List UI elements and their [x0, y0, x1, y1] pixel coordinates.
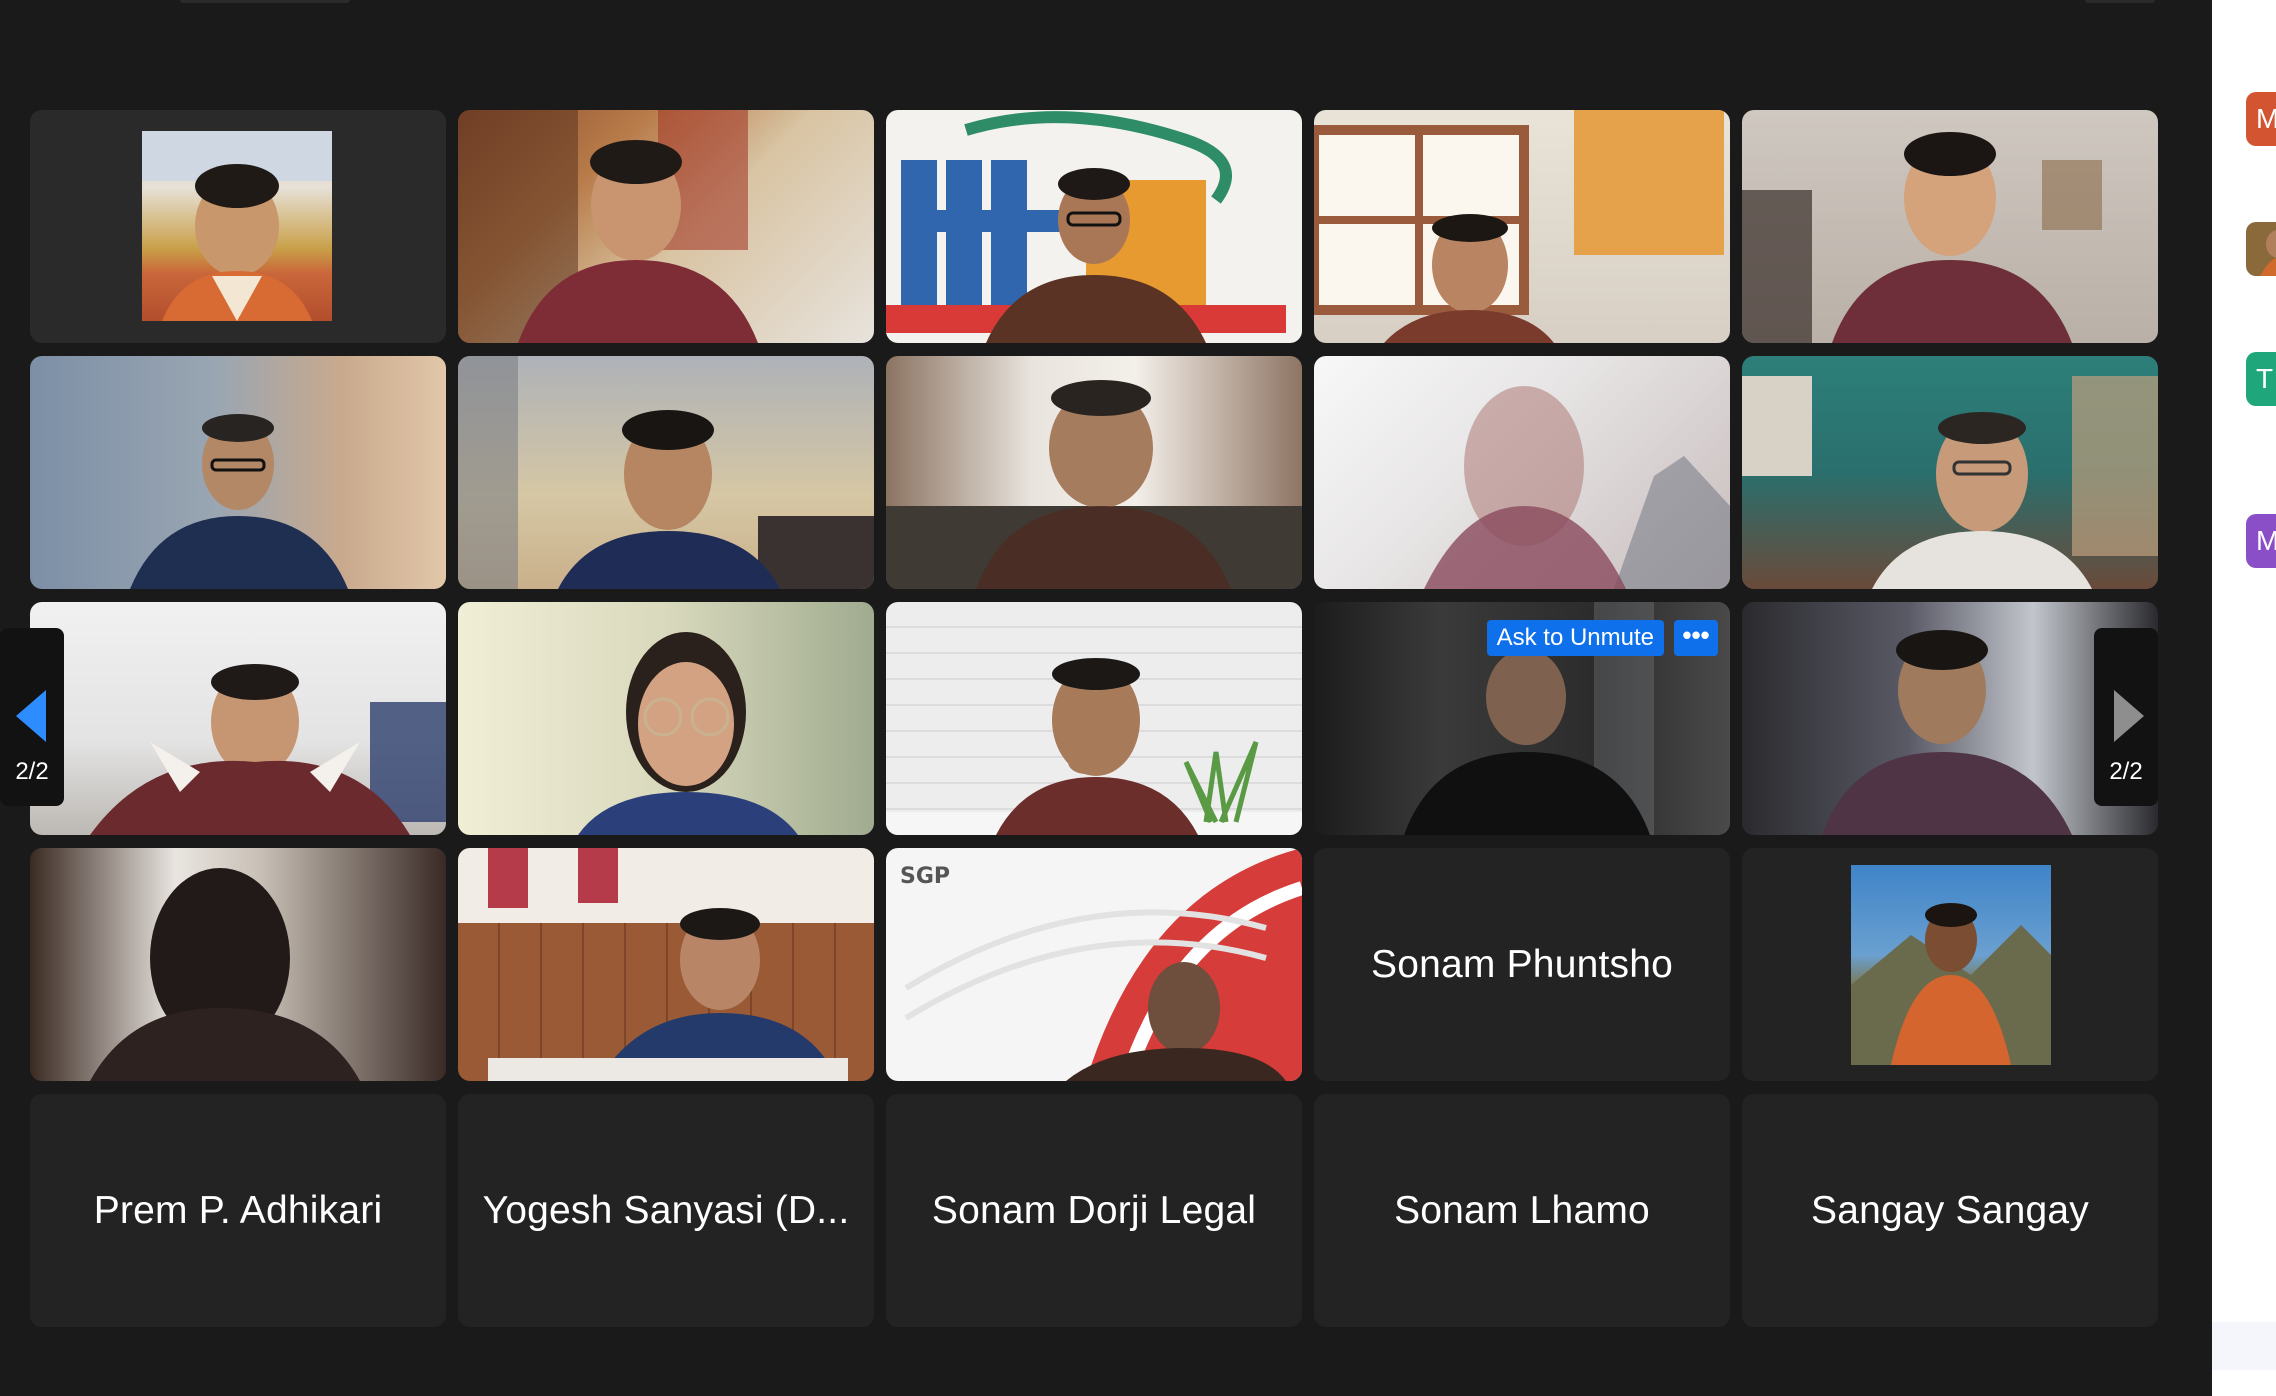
- panel-footer: [2212, 1322, 2276, 1370]
- top-strip: [0, 0, 2212, 4]
- participant-video[interactable]: Ask to Unmute •••: [1314, 602, 1730, 835]
- participant-name: Yogesh Sanyasi (D...: [482, 1188, 850, 1232]
- page-indicator: 2/2: [15, 758, 49, 785]
- participant-name: Sonam Dorji Legal: [931, 1188, 1257, 1232]
- participant-avatar-tile[interactable]: [1742, 848, 2158, 1081]
- participant-video[interactable]: [886, 602, 1302, 835]
- participant-name: Sangay Sangay: [1811, 1188, 2089, 1232]
- participant-name: Sonam Phuntsho: [1370, 942, 1673, 986]
- next-page-button[interactable]: 2/2: [2094, 628, 2158, 806]
- participant-video[interactable]: [458, 848, 874, 1081]
- video-gallery: Ask to Unmute ••• SGP Sonam Phuntsho Pre…: [0, 0, 2212, 1396]
- more-options-button[interactable]: •••: [1674, 620, 1718, 656]
- profile-photo: [1851, 865, 2051, 1065]
- participant-video[interactable]: [1314, 110, 1730, 343]
- participant-video[interactable]: [30, 848, 446, 1081]
- chevron-left-icon: [16, 690, 46, 742]
- participant-video[interactable]: [1742, 356, 2158, 589]
- participant-video[interactable]: [458, 356, 874, 589]
- participant-video[interactable]: [30, 356, 446, 589]
- page-indicator: 2/2: [2109, 758, 2143, 785]
- participant-video[interactable]: [30, 602, 446, 835]
- previous-page-button[interactable]: 2/2: [0, 628, 64, 806]
- participant-name: Prem P. Adhikari: [93, 1188, 383, 1232]
- participant-name-tile[interactable]: Sonam Dorji Legal: [886, 1094, 1302, 1327]
- participant-name-tile[interactable]: Yogesh Sanyasi (D...: [458, 1094, 874, 1327]
- sgp-logo: SGP: [900, 864, 951, 889]
- participant-avatar[interactable]: T: [2246, 352, 2276, 406]
- participant-video[interactable]: [30, 110, 446, 343]
- participant-video[interactable]: [458, 110, 874, 343]
- participant-video[interactable]: [886, 356, 1302, 589]
- participant-avatar[interactable]: M: [2246, 514, 2276, 568]
- participant-video[interactable]: SGP: [886, 848, 1302, 1081]
- participant-avatar[interactable]: [2246, 222, 2276, 276]
- participant-video[interactable]: [458, 602, 874, 835]
- participant-name-tile[interactable]: Sonam Lhamo: [1314, 1094, 1730, 1327]
- participant-name: Sonam Lhamo: [1394, 1188, 1650, 1232]
- participants-panel: M T M: [2212, 0, 2276, 1396]
- participant-name-tile[interactable]: Sonam Phuntsho: [1314, 848, 1730, 1081]
- participant-avatar[interactable]: M: [2246, 92, 2276, 146]
- participant-name-tile[interactable]: Prem P. Adhikari: [30, 1094, 446, 1327]
- participant-video[interactable]: [1742, 110, 2158, 343]
- chevron-right-icon: [2114, 690, 2144, 742]
- participant-name-tile[interactable]: Sangay Sangay: [1742, 1094, 2158, 1327]
- ask-to-unmute-button[interactable]: Ask to Unmute: [1486, 620, 1664, 656]
- participant-video[interactable]: [1314, 356, 1730, 589]
- participant-video[interactable]: [886, 110, 1302, 343]
